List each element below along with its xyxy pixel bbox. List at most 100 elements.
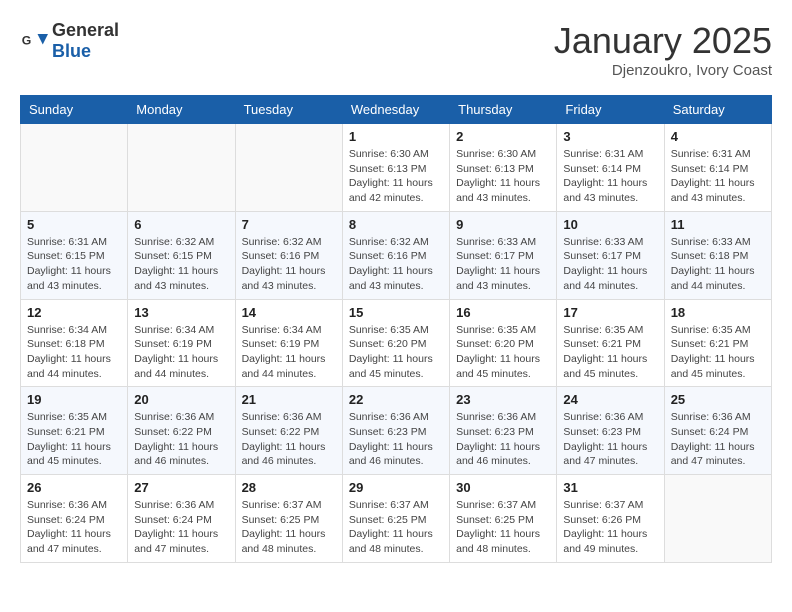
day-number: 19: [27, 392, 121, 407]
calendar-week-row: 5Sunrise: 6:31 AM Sunset: 6:15 PM Daylig…: [21, 211, 772, 299]
day-number: 29: [349, 480, 443, 495]
day-info: Sunrise: 6:33 AM Sunset: 6:18 PM Dayligh…: [671, 235, 765, 294]
table-row: 3 Sunrise: 6:31 AM Sunset: 6:14 PM Daylig…: [557, 124, 664, 212]
table-row: 28 Sunrise: 6:37 AM Sunset: 6:25 PM Dayli…: [235, 475, 342, 563]
day-number: 9: [456, 217, 550, 232]
day-info: Sunrise: 6:36 AM Sunset: 6:24 PM Dayligh…: [671, 410, 765, 469]
day-info: Sunrise: 6:35 AM Sunset: 6:21 PM Dayligh…: [563, 323, 657, 382]
title-block: January 2025 Djenzoukro, Ivory Coast: [554, 20, 772, 79]
table-row: 17 Sunrise: 6:35 AM Sunset: 6:21 PM Dayli…: [557, 299, 664, 387]
day-info: Sunrise: 6:37 AM Sunset: 6:26 PM Dayligh…: [563, 498, 657, 557]
table-row: 24Sunrise: 6:36 AM Sunset: 6:23 PM Dayli…: [557, 387, 664, 475]
day-number: 26: [27, 480, 121, 495]
logo-icon: G: [20, 27, 48, 55]
day-number: 17: [563, 305, 657, 320]
day-number: 2: [456, 129, 550, 144]
day-number: 20: [134, 392, 228, 407]
day-number: 4: [671, 129, 765, 144]
day-number: 5: [27, 217, 121, 232]
day-number: 28: [242, 480, 336, 495]
month-title: January 2025: [554, 20, 772, 62]
day-info: Sunrise: 6:35 AM Sunset: 6:20 PM Dayligh…: [349, 323, 443, 382]
logo-blue: Blue: [52, 41, 91, 61]
day-number: 23: [456, 392, 550, 407]
table-row: 31 Sunrise: 6:37 AM Sunset: 6:26 PM Dayli…: [557, 475, 664, 563]
day-number: 13: [134, 305, 228, 320]
table-row: 19 Sunrise: 6:35 AM Sunset: 6:21 PM Dayli…: [21, 387, 128, 475]
day-number: 8: [349, 217, 443, 232]
day-info: Sunrise: 6:36 AM Sunset: 6:24 PM Dayligh…: [134, 498, 228, 557]
day-info: Sunrise: 6:33 AM Sunset: 6:17 PM Dayligh…: [563, 235, 657, 294]
day-info: Sunrise: 6:34 AM Sunset: 6:19 PM Dayligh…: [242, 323, 336, 382]
day-info: Sunrise: 6:36 AM Sunset: 6:23 PM Dayligh…: [456, 410, 550, 469]
day-number: 31: [563, 480, 657, 495]
col-wednesday: Wednesday: [342, 96, 449, 124]
table-row: 18 Sunrise: 6:35 AM Sunset: 6:21 PM Dayli…: [664, 299, 771, 387]
day-info: Sunrise: 6:37 AM Sunset: 6:25 PM Dayligh…: [242, 498, 336, 557]
table-row: 6Sunrise: 6:32 AM Sunset: 6:15 PM Daylig…: [128, 211, 235, 299]
table-row: 16 Sunrise: 6:35 AM Sunset: 6:20 PM Dayli…: [450, 299, 557, 387]
logo-general: General: [52, 20, 119, 40]
col-tuesday: Tuesday: [235, 96, 342, 124]
day-info: Sunrise: 6:34 AM Sunset: 6:18 PM Dayligh…: [27, 323, 121, 382]
table-row: 2 Sunrise: 6:30 AM Sunset: 6:13 PM Daylig…: [450, 124, 557, 212]
table-row: [664, 475, 771, 563]
day-info: Sunrise: 6:35 AM Sunset: 6:20 PM Dayligh…: [456, 323, 550, 382]
day-number: 15: [349, 305, 443, 320]
day-number: 3: [563, 129, 657, 144]
table-row: [128, 124, 235, 212]
table-row: 13Sunrise: 6:34 AM Sunset: 6:19 PM Dayli…: [128, 299, 235, 387]
day-info: Sunrise: 6:37 AM Sunset: 6:25 PM Dayligh…: [456, 498, 550, 557]
day-number: 7: [242, 217, 336, 232]
table-row: 11Sunrise: 6:33 AM Sunset: 6:18 PM Dayli…: [664, 211, 771, 299]
table-row: 25Sunrise: 6:36 AM Sunset: 6:24 PM Dayli…: [664, 387, 771, 475]
header-row: Sunday Monday Tuesday Wednesday Thursday…: [21, 96, 772, 124]
day-info: Sunrise: 6:35 AM Sunset: 6:21 PM Dayligh…: [27, 410, 121, 469]
day-info: Sunrise: 6:37 AM Sunset: 6:25 PM Dayligh…: [349, 498, 443, 557]
table-row: 5Sunrise: 6:31 AM Sunset: 6:15 PM Daylig…: [21, 211, 128, 299]
day-info: Sunrise: 6:36 AM Sunset: 6:24 PM Dayligh…: [27, 498, 121, 557]
day-info: Sunrise: 6:36 AM Sunset: 6:23 PM Dayligh…: [349, 410, 443, 469]
table-row: 8Sunrise: 6:32 AM Sunset: 6:16 PM Daylig…: [342, 211, 449, 299]
table-row: 30 Sunrise: 6:37 AM Sunset: 6:25 PM Dayli…: [450, 475, 557, 563]
svg-text:G: G: [22, 34, 32, 48]
table-row: 20 Sunrise: 6:36 AM Sunset: 6:22 PM Dayli…: [128, 387, 235, 475]
table-row: 21Sunrise: 6:36 AM Sunset: 6:22 PM Dayli…: [235, 387, 342, 475]
calendar-week-row: 26 Sunrise: 6:36 AM Sunset: 6:24 PM Dayli…: [21, 475, 772, 563]
col-thursday: Thursday: [450, 96, 557, 124]
page-header: G General Blue January 2025 Djenzoukro, …: [20, 20, 772, 79]
day-number: 16: [456, 305, 550, 320]
table-row: 22 Sunrise: 6:36 AM Sunset: 6:23 PM Dayli…: [342, 387, 449, 475]
day-number: 24: [563, 392, 657, 407]
day-number: 6: [134, 217, 228, 232]
calendar-week-row: 12 Sunrise: 6:34 AM Sunset: 6:18 PM Dayli…: [21, 299, 772, 387]
day-info: Sunrise: 6:31 AM Sunset: 6:14 PM Dayligh…: [563, 147, 657, 206]
day-info: Sunrise: 6:32 AM Sunset: 6:16 PM Dayligh…: [242, 235, 336, 294]
day-number: 18: [671, 305, 765, 320]
col-saturday: Saturday: [664, 96, 771, 124]
table-row: 29 Sunrise: 6:37 AM Sunset: 6:25 PM Dayli…: [342, 475, 449, 563]
logo: G General Blue: [20, 20, 119, 62]
table-row: 4Sunrise: 6:31 AM Sunset: 6:14 PM Daylig…: [664, 124, 771, 212]
col-sunday: Sunday: [21, 96, 128, 124]
day-info: Sunrise: 6:35 AM Sunset: 6:21 PM Dayligh…: [671, 323, 765, 382]
table-row: 23 Sunrise: 6:36 AM Sunset: 6:23 PM Dayli…: [450, 387, 557, 475]
col-monday: Monday: [128, 96, 235, 124]
table-row: 27 Sunrise: 6:36 AM Sunset: 6:24 PM Dayli…: [128, 475, 235, 563]
day-number: 27: [134, 480, 228, 495]
day-number: 30: [456, 480, 550, 495]
day-number: 12: [27, 305, 121, 320]
table-row: 7 Sunrise: 6:32 AM Sunset: 6:16 PM Daylig…: [235, 211, 342, 299]
calendar-week-row: 1 Sunrise: 6:30 AM Sunset: 6:13 PM Daylig…: [21, 124, 772, 212]
day-number: 14: [242, 305, 336, 320]
day-number: 22: [349, 392, 443, 407]
col-friday: Friday: [557, 96, 664, 124]
table-row: 1Sunrise: 6:30 AM Sunset: 6:13 PM Daylig…: [342, 124, 449, 212]
table-row: [21, 124, 128, 212]
table-row: 14 Sunrise: 6:34 AM Sunset: 6:19 PM Dayli…: [235, 299, 342, 387]
day-info: Sunrise: 6:30 AM Sunset: 6:13 PM Dayligh…: [456, 147, 550, 206]
calendar-table: Sunday Monday Tuesday Wednesday Thursday…: [20, 95, 772, 563]
day-info: Sunrise: 6:36 AM Sunset: 6:22 PM Dayligh…: [134, 410, 228, 469]
day-number: 1: [349, 129, 443, 144]
table-row: 15 Sunrise: 6:35 AM Sunset: 6:20 PM Dayli…: [342, 299, 449, 387]
